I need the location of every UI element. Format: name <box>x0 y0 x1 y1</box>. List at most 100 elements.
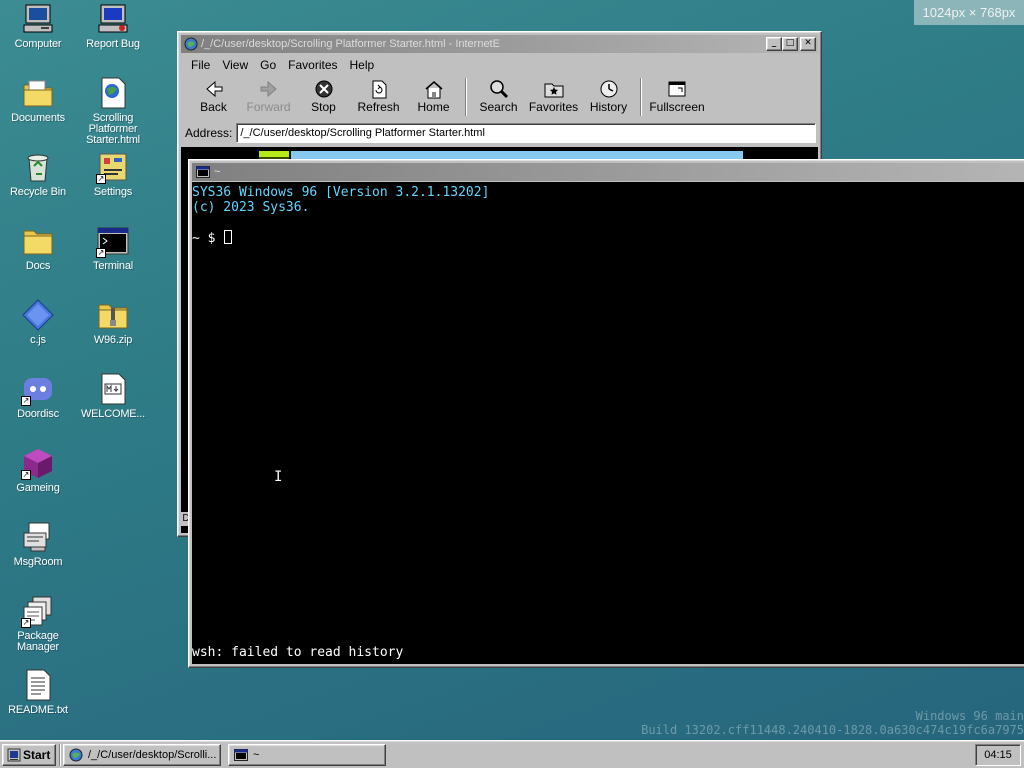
shortcut-arrow-icon: ↗ <box>21 470 31 480</box>
desktop-icon-settings[interactable]: ↗ Settings <box>76 150 150 198</box>
forward-button[interactable]: Forward <box>241 77 296 117</box>
refresh-button[interactable]: Refresh <box>351 77 406 117</box>
minimize-button[interactable]: _ <box>766 37 782 51</box>
search-icon <box>489 80 508 99</box>
favorites-label: Favorites <box>528 100 579 114</box>
desktop: 1024px × 768px Computer Documents Recycl… <box>0 0 1024 768</box>
start-label: Start <box>23 748 51 762</box>
watermark-line-2: Build 13202.cff11448.240410-1828.0a630c4… <box>641 723 1024 737</box>
shortcut-arrow-icon: ↗ <box>96 174 106 184</box>
stop-button[interactable]: Stop <box>296 77 351 117</box>
desktop-icon-label: Settings <box>93 186 133 198</box>
computer-icon <box>21 2 55 36</box>
taskbar-item-browser[interactable]: /_/C/user/desktop/Scrolli... <box>63 744 221 766</box>
desktop-icon-label: Scrolling Platformer Starter.html <box>86 112 140 146</box>
desktop-icon-scrolling-platformer[interactable]: Scrolling Platformer Starter.html <box>76 76 150 146</box>
shortcut-arrow-icon: ↗ <box>21 618 31 628</box>
search-label: Search <box>479 100 518 114</box>
desktop-icon-cjs[interactable]: c.js <box>1 298 75 346</box>
home-button[interactable]: Home <box>406 77 461 117</box>
desktop-icon-welcome[interactable]: WELCOME... <box>76 372 150 420</box>
history-label: History <box>589 100 628 114</box>
desktop-icon-readme[interactable]: README.txt <box>1 668 75 716</box>
desktop-icon-label: MsgRoom <box>13 556 63 568</box>
desktop-icon-recycle-bin[interactable]: Recycle Bin <box>1 150 75 198</box>
js-file-icon <box>21 298 55 332</box>
desktop-icon-report-bug[interactable]: Report Bug <box>76 2 150 50</box>
desktop-icon-label: Docs <box>25 260 51 272</box>
recycle-bin-icon <box>21 150 55 184</box>
terminal-prompt: ~ $ <box>192 231 224 246</box>
desktop-icon-gameing[interactable]: ↗ Gameing <box>1 446 75 494</box>
toolbar-separator <box>465 78 467 116</box>
menu-help[interactable]: Help <box>344 56 381 74</box>
toolbar-separator <box>640 78 642 116</box>
build-watermark: Windows 96 main Build 13202.cff11448.240… <box>641 709 1024 737</box>
menu-favorites[interactable]: Favorites <box>282 56 343 74</box>
maximize-button[interactable]: □ <box>782 37 798 51</box>
taskbar-separator <box>59 744 61 766</box>
terminal-prompt-line[interactable]: ~ $ <box>192 230 1024 246</box>
browser-toolbar: Back Forward Stop Refresh Home Search Fa… <box>181 77 818 119</box>
markdown-file-icon <box>96 372 130 406</box>
refresh-icon <box>372 80 386 99</box>
menu-file[interactable]: File <box>185 56 216 74</box>
text-file-icon <box>21 668 55 702</box>
menu-view[interactable]: View <box>216 56 254 74</box>
desktop-icon-msgroom[interactable]: MsgRoom <box>1 520 75 568</box>
report-bug-icon <box>96 2 130 36</box>
desktop-icon-label: Recycle Bin <box>10 186 66 198</box>
browser-titlebar[interactable]: /_/C/user/desktop/Scrolling Platformer S… <box>181 35 818 53</box>
menu-go[interactable]: Go <box>254 56 282 74</box>
desktop-icon-computer[interactable]: Computer <box>1 2 75 50</box>
terminal-screen[interactable]: SYS36 Windows 96 [Version 3.2.1.13202] (… <box>192 182 1024 664</box>
desktop-icon-label: Report Bug <box>86 38 140 50</box>
zip-folder-icon <box>96 298 130 332</box>
globe-icon <box>184 37 198 51</box>
start-button[interactable]: Start <box>2 744 56 766</box>
arrow-right-icon <box>260 80 277 98</box>
history-button[interactable]: History <box>581 77 636 117</box>
game-cube-icon: ↗ <box>21 446 55 480</box>
forward-label: Forward <box>246 100 291 114</box>
desktop-icon-label: WELCOME... <box>80 408 145 420</box>
desktop-icon-label: Terminal <box>93 260 133 272</box>
system-tray-clock[interactable]: 04:15 <box>975 744 1021 766</box>
address-label: Address: <box>185 126 233 140</box>
terminal-icon <box>196 166 210 178</box>
back-button[interactable]: Back <box>186 77 241 117</box>
address-bar: Address: /_/C/user/desktop/Scrolling Pla… <box>181 121 818 145</box>
desktop-icon-w96zip[interactable]: W96.zip <box>76 298 150 346</box>
desktop-icon-doordisc[interactable]: ↗ Doordisc <box>1 372 75 420</box>
search-button[interactable]: Search <box>471 77 526 117</box>
package-manager-icon: ↗ <box>21 594 55 628</box>
history-icon <box>600 80 617 98</box>
taskbar-item-terminal[interactable]: ~ <box>228 744 386 766</box>
taskbar: Start /_/C/user/desktop/Scrolli... ~ 04:… <box>0 740 1024 768</box>
desktop-icon-documents[interactable]: Documents <box>1 76 75 124</box>
doordisc-icon: ↗ <box>21 372 55 406</box>
folder-icon <box>21 224 55 258</box>
size-badge: 1024px × 768px <box>914 0 1024 25</box>
shortcut-arrow-icon: ↗ <box>96 248 106 258</box>
desktop-icon-package-manager[interactable]: ↗ Package Manager <box>1 594 75 653</box>
watermark-line-1: Windows 96 main <box>915 709 1024 723</box>
mouse-ibeam-cursor: I <box>274 469 283 485</box>
fullscreen-icon <box>668 81 686 97</box>
desktop-icon-label: c.js <box>30 334 46 346</box>
desktop-icon-label: Gameing <box>16 482 60 494</box>
shortcut-arrow-icon: ↗ <box>21 396 31 406</box>
refresh-label: Refresh <box>357 100 400 114</box>
address-input[interactable]: /_/C/user/desktop/Scrolling Platformer S… <box>236 123 816 143</box>
desktop-icon-docs[interactable]: Docs <box>1 224 75 272</box>
taskbar-item-label: ~ <box>253 749 260 761</box>
home-icon <box>425 81 442 99</box>
terminal-titlebar[interactable]: ~ <box>192 163 1024 181</box>
favorites-button[interactable]: Favorites <box>526 77 581 117</box>
desktop-icon-label: Package Manager <box>16 630 59 653</box>
close-button[interactable]: ✕ <box>800 37 816 51</box>
desktop-icon-terminal[interactable]: ↗ Terminal <box>76 224 150 272</box>
html-file-icon <box>96 76 130 110</box>
globe-icon <box>69 748 83 762</box>
fullscreen-button[interactable]: Fullscreen <box>646 77 708 117</box>
